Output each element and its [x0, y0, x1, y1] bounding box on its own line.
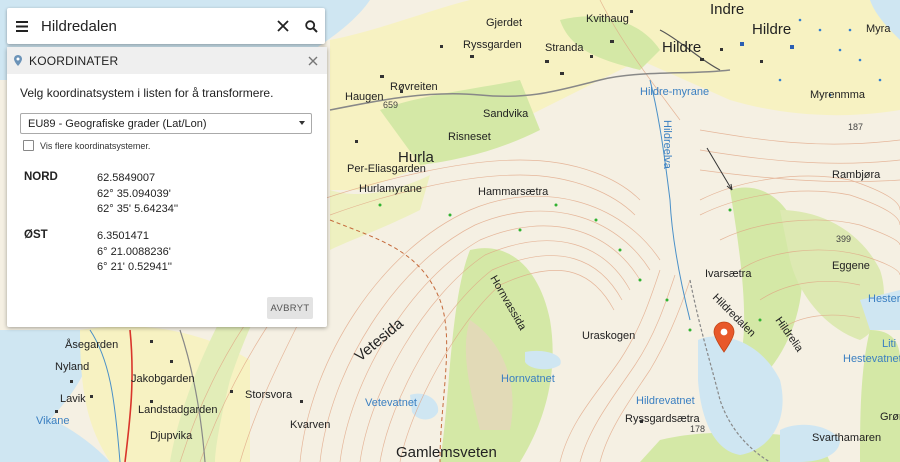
label-hildre-east: Hildre	[752, 21, 791, 38]
close-icon[interactable]	[299, 56, 327, 66]
label-hurla: Hurla	[398, 149, 435, 166]
label-kvithaug: Kvithaug	[586, 13, 629, 25]
elev-659: 659	[383, 100, 398, 110]
elev-178: 178	[690, 424, 705, 434]
label-gamlemsveten: Gamlemsveten	[396, 444, 497, 461]
nord-values: 62.5849007 62° 35.094039' 62° 35' 5.6423…	[97, 171, 178, 218]
label-asegarden: Åsegarden	[65, 338, 118, 351]
nord-label: NORD	[24, 171, 58, 183]
panel-title: KOORDINATER	[29, 53, 119, 68]
cancel-button[interactable]: AVBRYT	[267, 297, 313, 319]
label-sandvika: Sandvika	[483, 108, 529, 120]
label-djupvika: Djupvika	[150, 430, 193, 442]
panel-description: Velg koordinatsystem i listen for å tran…	[20, 86, 274, 100]
label-myra: Myra	[866, 23, 891, 35]
label-svarthamaren: Svarthamaren	[812, 432, 881, 444]
label-ivarsaetra: Ivarsætra	[705, 268, 752, 280]
elev-187: 187	[848, 122, 863, 132]
label-eggene: Eggene	[832, 260, 870, 272]
label-vetevatnet: Vetevatnet	[365, 397, 417, 409]
clear-icon[interactable]	[269, 8, 297, 44]
label-jakobgarden: Jakobgarden	[131, 373, 195, 385]
nord-dms: 62° 35' 5.64234''	[97, 203, 179, 215]
panel-header: KOORDINATER	[7, 47, 327, 74]
label-rambjora: Rambjøra	[832, 169, 881, 181]
label-risneset: Risneset	[448, 131, 491, 143]
label-kvarven: Kvarven	[290, 419, 330, 431]
label-hornvatnet: Hornvatnet	[501, 373, 555, 385]
search-bar: Hildredalen	[7, 8, 325, 44]
label-stranda: Stranda	[545, 42, 584, 54]
label-hammarsaetra: Hammarsætra	[478, 186, 549, 198]
label-hildre: Hildre	[662, 39, 701, 56]
more-systems-row: Vis flere koordinatsystemer.	[23, 140, 150, 151]
label-hildrevatnet: Hildrevatnet	[636, 395, 695, 407]
nord-dm: 62° 35.094039'	[97, 187, 171, 200]
ost-dm: 6° 21.0088236'	[97, 245, 171, 258]
label-landstadgarden: Landstadgarden	[138, 404, 218, 416]
label-hestevatnet: Hestevatnet	[843, 353, 900, 365]
ost-label: ØST	[24, 229, 48, 241]
label-gron: Grøn	[880, 411, 900, 423]
label-uraskogen: Uraskogen	[582, 330, 635, 342]
ost-dms: 6° 21' 0.52941''	[97, 261, 172, 273]
coordinate-system-select[interactable]: EU89 - Geografiske grader (Lat/Lon)	[20, 113, 312, 134]
label-hildremyrane: Hildre-myrane	[640, 86, 709, 98]
label-ryssgarden: Ryssgarden	[463, 39, 522, 51]
label-hildreelva: Hildreelva	[661, 120, 673, 170]
label-hurlamyrane: Hurlamyrane	[359, 183, 422, 195]
elev-399: 399	[836, 234, 851, 244]
select-value: EU89 - Geografiske grader (Lat/Lon)	[28, 117, 207, 130]
label-haugen: Haugen	[345, 91, 384, 103]
dropdown-arrow-icon	[299, 121, 305, 125]
more-systems-checkbox[interactable]	[23, 140, 34, 151]
label-gjerdet: Gjerdet	[486, 17, 522, 29]
search-icon[interactable]	[297, 8, 325, 44]
menu-icon[interactable]	[7, 8, 37, 44]
label-indre: Indre	[710, 1, 744, 18]
label-vikane: Vikane	[36, 415, 69, 427]
nord-decimal: 62.5849007	[97, 172, 156, 184]
label-hester: Hester	[868, 293, 900, 305]
label-storsvora: Storsvora	[245, 389, 293, 401]
label-rovreiten: Røvreiten	[390, 81, 438, 93]
label-myrenmma: Myrenmma	[810, 89, 866, 101]
label-lavik: Lavik	[60, 393, 86, 405]
search-input[interactable]: Hildredalen	[37, 18, 269, 35]
more-systems-label: Vis flere koordinatsystemer.	[40, 140, 151, 151]
label-liti: Liti	[882, 338, 896, 350]
map-pin-icon	[7, 55, 29, 66]
ost-decimal: 6.3501471	[97, 230, 149, 242]
label-nyland: Nyland	[55, 361, 89, 373]
ost-values: 6.3501471 6° 21.0088236' 6° 21' 0.52941'…	[97, 229, 172, 276]
coordinates-panel: KOORDINATER Velg koordinatsystem i liste…	[7, 47, 327, 327]
